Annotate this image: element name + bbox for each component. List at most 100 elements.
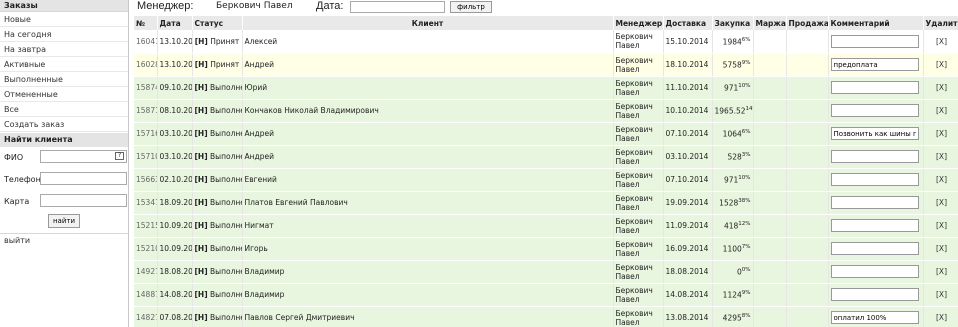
comment-input[interactable] xyxy=(830,81,919,94)
client-name[interactable]: Игорь xyxy=(242,237,614,261)
order-number[interactable]: 16041 xyxy=(134,30,158,54)
table-row[interactable]: 1534718.09.2014[Н] ВыполненПлатов Евгени… xyxy=(134,191,958,215)
table-row[interactable]: 1571003.10.2014[Н] ВыполненАндрейБеркови… xyxy=(134,145,958,169)
order-number[interactable]: 15210 xyxy=(134,237,158,261)
comment-input[interactable] xyxy=(830,127,919,140)
table-row[interactable]: 1566302.10.2014[Н] ВыполненЕвгенийБерков… xyxy=(134,168,958,192)
manager-filter-value[interactable]: Беркович Павел xyxy=(216,1,293,11)
sidebar-item-all[interactable]: Все xyxy=(0,102,128,117)
delivery-date: 19.09.2014 xyxy=(663,191,713,215)
comment-input[interactable] xyxy=(830,34,919,48)
order-number[interactable]: 14827 xyxy=(134,306,158,327)
table-row[interactable]: 1521510.09.2014[Н] ВыполненНигматБеркови… xyxy=(134,214,958,238)
fio-help-icon[interactable]: ? xyxy=(115,152,124,160)
comment-input[interactable] xyxy=(830,104,919,117)
order-number[interactable]: 15874 xyxy=(134,76,158,100)
delete-link[interactable]: [X] xyxy=(923,122,958,146)
order-number[interactable]: 16028 xyxy=(134,53,158,77)
phone-input[interactable] xyxy=(40,172,127,185)
manager-firstname: Павел xyxy=(615,202,640,212)
client-name[interactable]: Владимир xyxy=(242,260,614,284)
col-header-comment[interactable]: Комментарий xyxy=(828,16,924,30)
comment-input[interactable] xyxy=(830,242,919,255)
table-row[interactable]: 1492718.08.2014[Н] ВыполненВладимирБерко… xyxy=(134,260,958,284)
sidebar-item-new[interactable]: Новые xyxy=(0,12,128,27)
client-name[interactable]: Павлов Сергей Дмитриевич xyxy=(242,306,614,327)
client-name[interactable]: Андрей xyxy=(242,122,614,146)
delete-link[interactable]: [X] xyxy=(923,191,958,215)
delete-link[interactable]: [X] xyxy=(923,260,958,284)
sidebar-item-today[interactable]: На сегодня xyxy=(0,27,128,42)
col-header-sale[interactable]: Продажа xyxy=(786,16,829,30)
client-name[interactable]: Кончаков Николай Владимирович xyxy=(242,99,614,123)
card-input[interactable] xyxy=(40,194,127,207)
table-row[interactable]: 1587108.10.2014[Н] ВыполненКончаков Нико… xyxy=(134,99,958,123)
filter-button[interactable]: фильтр xyxy=(450,1,492,13)
sidebar-item-cancelled[interactable]: Отмененные xyxy=(0,87,128,102)
sidebar-item-create-order[interactable]: Создать заказ xyxy=(0,117,128,132)
fio-input[interactable] xyxy=(40,150,127,163)
comment-input[interactable] xyxy=(830,196,919,209)
delete-link[interactable]: [X] xyxy=(923,99,958,123)
col-header-date[interactable]: Дата xyxy=(157,16,193,30)
table-row[interactable]: 1604113.10.2014[Н] ПринятАлексейБеркович… xyxy=(134,30,958,54)
delete-link[interactable]: [X] xyxy=(923,30,958,54)
delete-link[interactable]: [X] xyxy=(923,283,958,307)
comment-input[interactable] xyxy=(830,265,919,278)
order-number[interactable]: 15347 xyxy=(134,191,158,215)
order-number[interactable]: 14887 xyxy=(134,283,158,307)
client-name[interactable]: Андрей xyxy=(242,145,614,169)
delete-link[interactable]: [X] xyxy=(923,237,958,261)
col-header-num[interactable]: № xyxy=(134,16,158,30)
margin-cell xyxy=(753,53,787,77)
order-number[interactable]: 14927 xyxy=(134,260,158,284)
client-name[interactable]: Евгений xyxy=(242,168,614,192)
comment-input[interactable] xyxy=(830,173,919,186)
order-number[interactable]: 15663 xyxy=(134,168,158,192)
delete-link[interactable]: [X] xyxy=(923,306,958,327)
delete-link[interactable]: [X] xyxy=(923,145,958,169)
col-header-manager[interactable]: Менеджер xyxy=(613,16,664,30)
date-filter-input[interactable] xyxy=(350,1,445,13)
client-name[interactable]: Андрей xyxy=(242,53,614,77)
order-number[interactable]: 15871 xyxy=(134,99,158,123)
table-row[interactable]: 1521010.09.2014[Н] ВыполненИгорьБеркович… xyxy=(134,237,958,261)
manager-name: Беркович Павел xyxy=(613,76,664,100)
delete-link[interactable]: [X] xyxy=(923,214,958,238)
delete-link[interactable]: [X] xyxy=(923,53,958,77)
logout-link[interactable]: выйти xyxy=(0,233,128,247)
comment-input[interactable] xyxy=(830,311,919,324)
table-row[interactable]: 1482707.08.2014[Н] ВыполненПавлов Сергей… xyxy=(134,306,958,327)
order-number[interactable]: 15716 xyxy=(134,122,158,146)
manager-name: Беркович Павел xyxy=(613,283,664,307)
col-header-delete[interactable]: Удалить xyxy=(923,16,958,30)
col-header-margin[interactable]: Маржа xyxy=(753,16,787,30)
delete-link[interactable]: [X] xyxy=(923,76,958,100)
table-row[interactable]: 1602813.10.2014[Н] ПринятАндрейБерковичП… xyxy=(134,53,958,77)
col-header-status[interactable]: Статус xyxy=(192,16,243,30)
comment-input[interactable] xyxy=(830,219,919,232)
order-number[interactable]: 15215 xyxy=(134,214,158,238)
sidebar-item-active[interactable]: Активные xyxy=(0,57,128,72)
col-header-client[interactable]: Клиент xyxy=(242,16,614,30)
filter-bar: Менеджер: Беркович Павел Дата: фильтр xyxy=(134,0,958,14)
col-header-purchase[interactable]: Закупка xyxy=(712,16,754,30)
sidebar-item-tomorrow[interactable]: На завтра xyxy=(0,42,128,57)
col-header-delivery[interactable]: Доставка xyxy=(663,16,713,30)
client-name[interactable]: Нигмат xyxy=(242,214,614,238)
comment-input[interactable] xyxy=(830,150,919,163)
client-name[interactable]: Юрий xyxy=(242,76,614,100)
client-name[interactable]: Владимир xyxy=(242,283,614,307)
comment-input[interactable] xyxy=(830,288,919,301)
table-row[interactable]: 1488714.08.2014[Н] ВыполненВладимирБерко… xyxy=(134,283,958,307)
comment-input[interactable] xyxy=(830,58,919,71)
table-row[interactable]: 1587409.10.2014[Н] ВыполненЮрийБерковичП… xyxy=(134,76,958,100)
order-number[interactable]: 15710 xyxy=(134,145,158,169)
order-status: [Н] Выполнен xyxy=(192,122,243,146)
table-row[interactable]: 1571603.10.2014[Н] ВыполненАндрейБеркови… xyxy=(134,122,958,146)
client-name[interactable]: Платов Евгений Павлович xyxy=(242,191,614,215)
delete-link[interactable]: [X] xyxy=(923,168,958,192)
client-name[interactable]: Алексей xyxy=(242,30,614,54)
find-client-button[interactable]: найти xyxy=(48,214,80,228)
sidebar-item-completed[interactable]: Выполненные xyxy=(0,72,128,87)
